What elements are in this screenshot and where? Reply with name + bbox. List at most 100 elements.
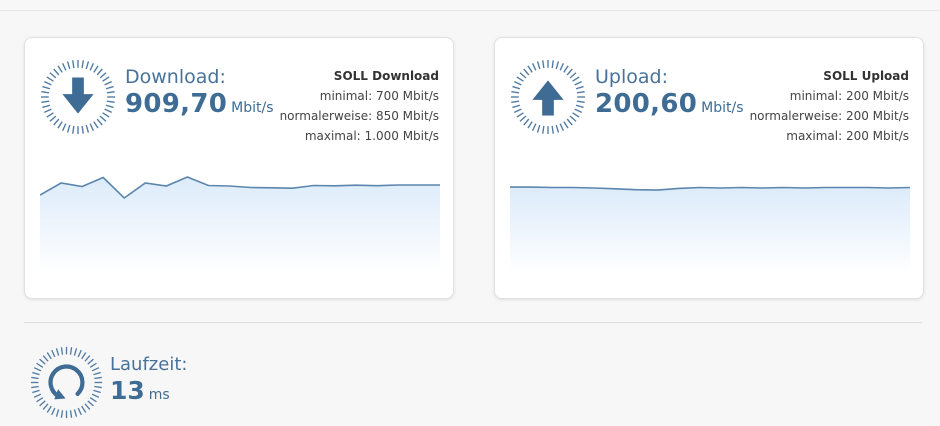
gauge-tick (563, 65, 569, 73)
gauge-tick (574, 108, 582, 114)
gauge-tick (81, 352, 87, 360)
gauge-tick (73, 348, 78, 356)
gauge-tick (46, 76, 54, 82)
gauge-tick (514, 80, 522, 86)
gauge-tick (575, 104, 584, 109)
gauge-tick (527, 121, 533, 129)
gauge-tick (39, 358, 46, 365)
gauge-tick (91, 393, 100, 398)
gauge-tick (93, 371, 101, 376)
upload-target-info: SOLL Upload minimal: 200 Mbit/s normaler… (750, 66, 909, 146)
gauge-tick (523, 68, 530, 76)
gauge-tick (77, 349, 82, 358)
gauge-tick (91, 367, 100, 372)
gauge-tick (104, 80, 112, 86)
gauge-tick (36, 362, 44, 368)
gauge-tick (99, 72, 107, 79)
gauge-tick (39, 400, 46, 407)
download-value: 909,70 Mbit/s (125, 89, 274, 119)
gauge-tick (536, 61, 541, 70)
upload-value: 200,60 Mbit/s (595, 89, 744, 119)
gauge-tick (44, 108, 52, 114)
download-card: Download: 909,70 Mbit/s SOLL Download min… (24, 37, 454, 299)
download-speed: 909,70 (125, 89, 228, 119)
gauge-tick (531, 123, 537, 131)
gauge-tick (42, 85, 51, 90)
gauge-tick (41, 91, 50, 94)
chart-area (40, 177, 440, 273)
gauge-tick (46, 112, 54, 118)
gauge-tick (69, 410, 73, 418)
gauge-tick (66, 124, 71, 133)
gauge-tick (57, 65, 63, 73)
gauge-tick (536, 124, 541, 133)
upload-unit: Mbit/s (701, 100, 744, 116)
gauge-tick (49, 72, 57, 79)
upload-target-max: maximal: 200 Mbit/s (786, 129, 909, 143)
gauge-tick (96, 68, 103, 76)
gauge-tick (81, 60, 84, 69)
gauge-tick (572, 76, 580, 82)
gauge-tick (516, 112, 524, 118)
upload-gauge (510, 59, 586, 135)
gauge-tick (72, 125, 75, 134)
arrow-up-icon (532, 80, 564, 116)
latency-label: Laufzeit: (110, 354, 188, 375)
gauge-tick (551, 60, 554, 69)
gauge-tick (61, 63, 67, 71)
gauge-tick (99, 115, 107, 122)
gauge-tick (93, 65, 99, 73)
gauge-tick (61, 123, 67, 131)
download-chart (40, 176, 440, 273)
chart-area (510, 187, 910, 273)
gauge-tick (531, 63, 537, 71)
gauge-tick (53, 68, 60, 76)
gauge-tick (49, 115, 57, 122)
gauge-tick (523, 118, 530, 126)
download-target-info: SOLL Download minimal: 700 Mbit/s normal… (280, 66, 439, 146)
gauge-tick (51, 349, 56, 358)
gauge-tick (66, 61, 71, 70)
gauge-tick (51, 407, 56, 416)
gauge-tick (105, 85, 114, 90)
gauge-tick (46, 405, 52, 413)
gauge-ticks (30, 346, 103, 419)
gauge-tick (512, 104, 521, 109)
gauge-tick (46, 352, 52, 360)
gauge-tick (85, 124, 90, 133)
gauge-tick (87, 358, 94, 365)
gauge-tick (55, 348, 60, 356)
gauge-tick (60, 347, 64, 355)
gauge-tick (576, 91, 585, 94)
gauge-tick (41, 100, 50, 103)
download-unit: Mbit/s (231, 100, 274, 116)
upload-target-title: SOLL Upload (823, 69, 909, 83)
gauge-tick (104, 108, 112, 114)
gauge-tick (519, 115, 527, 122)
gauge-tick (32, 371, 40, 376)
gauge-tick (84, 355, 91, 362)
gauge-tick (542, 125, 545, 134)
gauge-tick (77, 407, 82, 416)
gauge-tick (93, 389, 101, 394)
download-target-min: minimal: 700 Mbit/s (319, 89, 439, 103)
download-label: Download: (125, 66, 226, 88)
gauge-tick (563, 121, 569, 129)
gauge-tick (87, 400, 94, 407)
download-target-max: maximal: 1.000 Mbit/s (304, 129, 439, 143)
gauge-tick (72, 60, 75, 69)
gauge-tick (555, 124, 560, 133)
gauge-tick (575, 85, 584, 90)
gauge-tick (55, 409, 60, 417)
gauge-tick (89, 123, 95, 131)
gauge-tick (57, 121, 63, 129)
gauge-tick (89, 362, 97, 368)
gauge-tick (44, 80, 52, 86)
gauge-tick (516, 76, 524, 82)
gauge-tick (42, 403, 49, 410)
upload-target-min: minimal: 200 Mbit/s (789, 89, 909, 103)
gauge-tick (555, 61, 560, 70)
gauge-tick (511, 91, 520, 94)
latency-value: 13 ms (110, 376, 170, 405)
gauge-tick (33, 393, 42, 398)
